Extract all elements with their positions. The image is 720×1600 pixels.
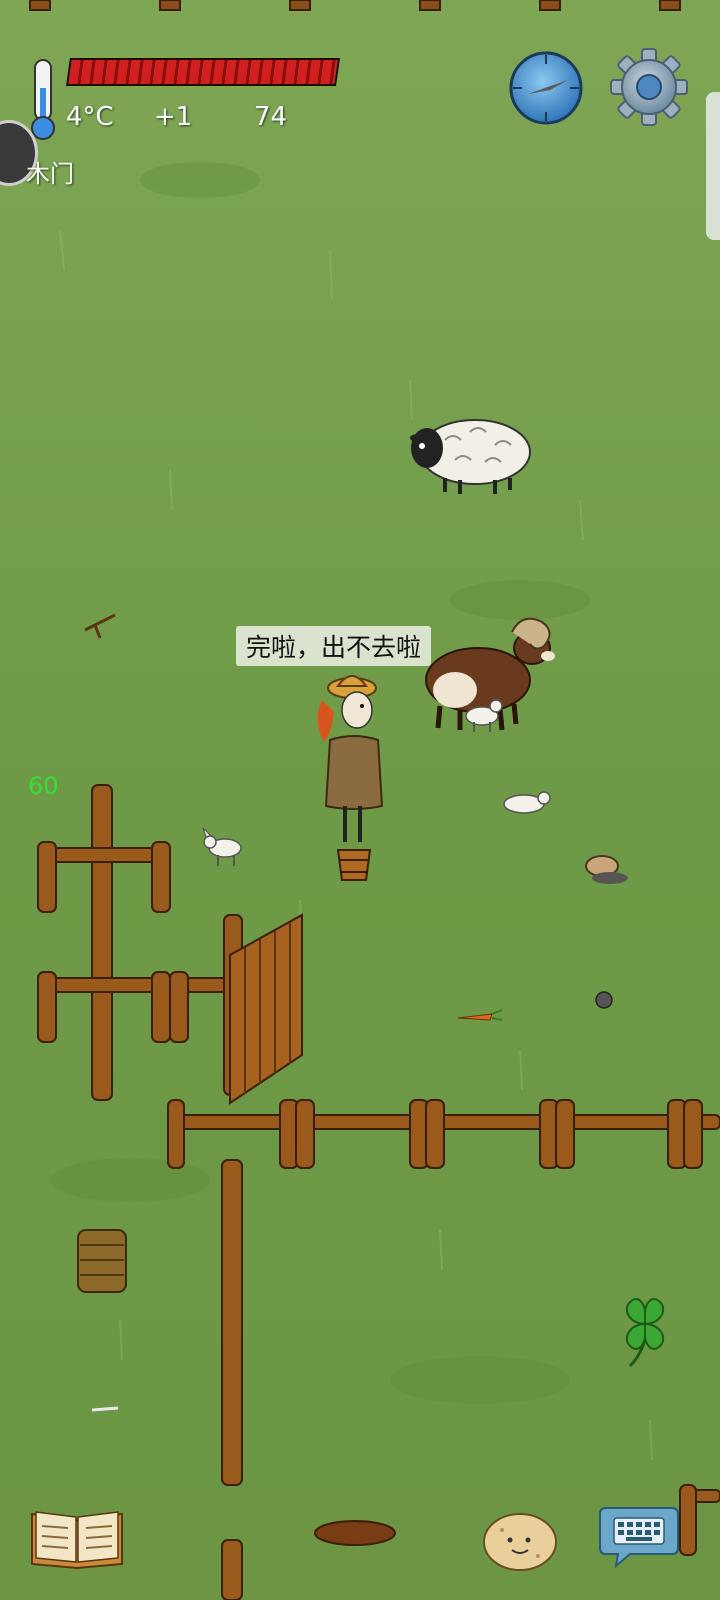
bone[interactable] — [91, 1406, 119, 1412]
dirt-mound[interactable] — [314, 1520, 396, 1546]
keyboard-chat-icon[interactable] — [598, 1504, 680, 1570]
thermometer-icon — [28, 58, 58, 140]
basket[interactable] — [77, 1229, 127, 1293]
health-bar — [66, 58, 340, 86]
stone[interactable] — [595, 991, 613, 1009]
compass-icon[interactable] — [508, 50, 584, 126]
book-icon[interactable] — [28, 1506, 126, 1570]
temperature-readout: 4°C — [66, 102, 114, 132]
fps-counter: 60 — [28, 772, 59, 800]
temperature-delta: +1 — [154, 102, 193, 132]
health-bar-fill — [68, 60, 338, 84]
potato-face-icon[interactable] — [482, 1510, 558, 1572]
four-leaf-clover-icon[interactable] — [610, 1290, 680, 1370]
speech-bubble: 完啦，出不去啦 — [236, 626, 432, 666]
gear-icon[interactable] — [610, 48, 688, 126]
food-counter: 74 — [254, 102, 288, 132]
held-item-label: 木门 — [26, 160, 74, 188]
side-drawer-handle[interactable] — [706, 92, 720, 240]
wooden-bucket[interactable] — [336, 849, 372, 881]
